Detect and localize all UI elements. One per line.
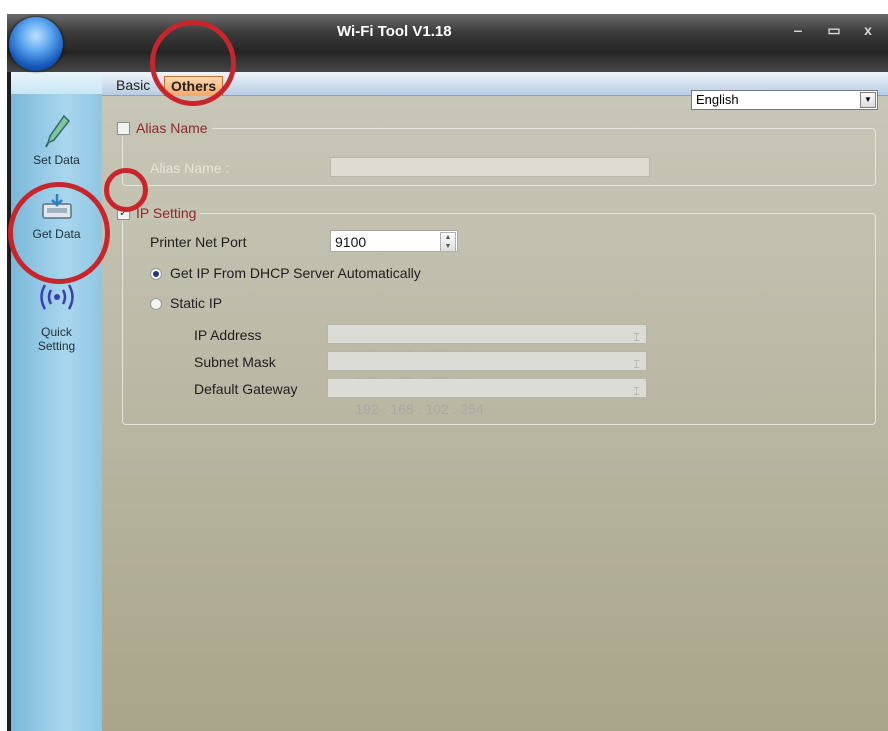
ip-setting-checkbox[interactable]: ✓ [117, 206, 130, 220]
download-tray-icon [41, 194, 72, 219]
ip-setting-legend: ✓ IP Setting [113, 205, 201, 221]
wireless-signal-icon [39, 284, 74, 310]
ip-address-icon: ⌶ [633, 332, 640, 344]
language-select[interactable]: English ▼ [691, 90, 878, 110]
ip-setting-group-title: IP Setting [136, 205, 197, 221]
pen-icon [44, 114, 70, 148]
close-button[interactable]: x [858, 22, 878, 38]
sidebar-item-quick-setting[interactable]: Quick Setting [11, 280, 102, 353]
printer-net-port-value: 9100 [335, 234, 367, 250]
dhcp-label: Get IP From DHCP Server Automatically [170, 265, 421, 281]
default-gateway-label: Default Gateway [194, 381, 298, 397]
alias-name-group-title: Alias Name [136, 120, 208, 136]
subnet-mask-input[interactable]: 255 . 255 . 255 . 0 ⌶ [327, 351, 647, 390]
tab-basic[interactable]: Basic [110, 76, 156, 95]
maximize-button[interactable]: ▭ [824, 22, 844, 39]
printer-net-port-label: Printer Net Port [150, 234, 247, 250]
tab-others[interactable]: Others [164, 76, 224, 96]
alias-name-legend: Alias Name [113, 120, 212, 136]
main-panel: Basic Others English ▼ Alias Name Alias … [102, 72, 888, 731]
title-bar[interactable]: Wi-Fi Tool V1.18 ‒ ▭ x [7, 14, 888, 54]
default-gateway-value: 192 . 168 . 102 . 254 [355, 401, 484, 417]
language-value: English [696, 92, 739, 107]
sidebar-item-get-data[interactable]: Get Data [11, 192, 102, 241]
app-orb-icon[interactable] [9, 17, 63, 71]
app-window: Wi-Fi Tool V1.18 ‒ ▭ x Set Data Get Data [7, 14, 888, 731]
ip-address-input[interactable]: 192 . 168 . 102 . 1 ⌶ [327, 324, 647, 363]
window-title: Wi-Fi Tool V1.18 [337, 23, 452, 40]
alias-name-input[interactable] [330, 157, 650, 177]
static-ip-label: Static IP [170, 295, 223, 311]
sidebar-header [11, 72, 102, 94]
default-gateway-icon: ⌶ [633, 386, 640, 398]
alias-name-checkbox[interactable] [117, 121, 130, 135]
subnet-mask-label: Subnet Mask [194, 354, 276, 370]
printer-net-port-input[interactable]: 9100 ▲ ▼ [330, 230, 458, 252]
dhcp-radio[interactable] [150, 268, 162, 280]
sidebar-item-label: Quick Setting [37, 325, 76, 353]
ip-address-label: IP Address [194, 327, 262, 343]
static-ip-radio[interactable] [150, 298, 162, 310]
title-strip [7, 54, 888, 72]
sidebar-item-label: Get Data [32, 227, 81, 241]
subnet-mask-icon: ⌶ [633, 359, 640, 371]
alias-name-label: Alias Name : [150, 160, 230, 176]
port-spinner[interactable]: ▲ ▼ [440, 232, 456, 252]
sidebar-item-set-data[interactable]: Set Data [11, 114, 102, 167]
sidebar-item-label: Set Data [33, 153, 80, 167]
chevron-down-icon[interactable]: ▼ [860, 92, 876, 108]
sidebar: Set Data Get Data Quick Setting [11, 72, 102, 731]
minimize-button[interactable]: ‒ [788, 22, 808, 38]
default-gateway-input[interactable]: 192 . 168 . 102 . 254 ⌶ [327, 378, 647, 417]
